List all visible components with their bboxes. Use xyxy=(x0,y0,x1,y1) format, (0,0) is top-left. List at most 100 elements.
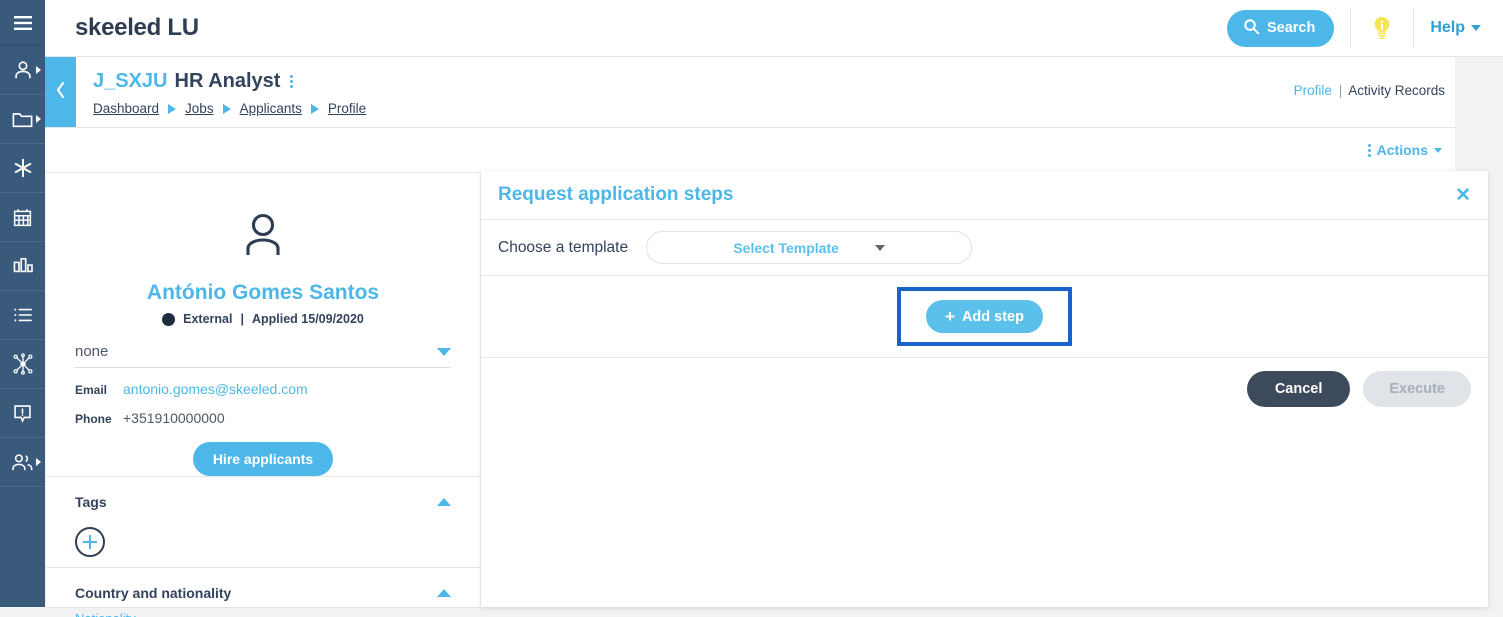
caret-up-icon[interactable] xyxy=(437,589,451,597)
email-value[interactable]: antonio.gomes@skeeled.com xyxy=(123,381,308,397)
top-bar: skeeled LU Search Help xyxy=(45,0,1503,57)
app-brand-title: skeeled LU xyxy=(75,14,199,41)
phone-value: +351910000000 xyxy=(123,410,225,426)
stage-select[interactable]: none xyxy=(75,343,451,368)
cancel-button[interactable]: Cancel xyxy=(1246,371,1351,407)
chevron-down-icon xyxy=(1471,25,1481,31)
hamburger-icon xyxy=(12,15,34,31)
email-label: Email xyxy=(75,383,108,397)
chevron-right-icon xyxy=(36,66,41,74)
sidebar-collapse-toggle[interactable] xyxy=(45,57,76,127)
list-icon xyxy=(12,306,34,324)
sidebar-item-alerts[interactable] xyxy=(0,389,45,438)
tags-panel-header[interactable]: Tags xyxy=(75,494,451,510)
lightbulb-info-icon[interactable] xyxy=(1367,13,1397,43)
breadcrumb-item-dashboard[interactable]: Dashboard xyxy=(93,101,159,116)
template-select[interactable]: Select Template xyxy=(646,231,973,264)
caret-up-icon[interactable] xyxy=(437,498,451,506)
link-profile[interactable]: Profile xyxy=(1294,83,1332,98)
chevron-right-icon xyxy=(36,458,41,466)
sidebar-item-jobs[interactable] xyxy=(0,95,45,144)
country-panel-header[interactable]: Country and nationality xyxy=(75,585,451,601)
person-icon xyxy=(12,59,34,81)
tags-panel-title: Tags xyxy=(75,494,107,510)
phone-row: Phone +351910000000 xyxy=(75,410,451,426)
sidebar-item-calendar[interactable] xyxy=(0,193,45,242)
actions-label: Actions xyxy=(1376,142,1428,158)
search-button-label: Search xyxy=(1266,20,1316,36)
top-bar-divider-2 xyxy=(1413,8,1415,48)
nationality-label: Nationality xyxy=(75,611,451,617)
breadcrumb-item-jobs[interactable]: Jobs xyxy=(185,101,214,116)
hire-button-row: Hire applicants xyxy=(75,442,451,476)
sidebar-item-reports[interactable] xyxy=(0,242,45,291)
page-title: HR Analyst xyxy=(174,70,281,92)
sidebar-item-lists[interactable] xyxy=(0,291,45,340)
stage-select-value: none xyxy=(75,343,109,360)
modal-body: + Add step xyxy=(481,276,1488,358)
add-step-label: Add step xyxy=(961,308,1024,325)
applicant-source: External xyxy=(183,312,233,326)
caret-down-icon xyxy=(874,244,885,251)
top-bar-right-group: Search Help xyxy=(1226,0,1481,56)
applicant-profile-card: António Gomes Santos External | Applied … xyxy=(46,173,480,477)
link-activity-records[interactable]: Activity Records xyxy=(1348,83,1445,98)
breadcrumb-item-profile[interactable]: Profile xyxy=(328,101,366,116)
header-links-separator: | xyxy=(1338,83,1343,98)
avatar xyxy=(75,173,451,261)
header-view-links: Profile | Activity Records xyxy=(1294,83,1445,98)
template-select-value: Select Template xyxy=(733,239,839,256)
sidebar-item-favorites[interactable] xyxy=(0,144,45,193)
plus-icon: + xyxy=(945,307,955,326)
folder-icon xyxy=(11,109,34,129)
caret-down-icon xyxy=(437,347,451,356)
left-icon-rail xyxy=(0,0,45,607)
applicant-name: António Gomes Santos xyxy=(146,281,380,304)
chevron-down-icon xyxy=(1434,147,1442,153)
close-x-icon[interactable]: ✕ xyxy=(1455,186,1471,205)
breadcrumb-item-applicants[interactable]: Applicants xyxy=(240,101,302,116)
modal-footer: Cancel Execute xyxy=(481,358,1488,420)
top-bar-divider-1 xyxy=(1350,8,1352,48)
vertical-dots-icon xyxy=(1367,143,1371,157)
search-button[interactable]: Search xyxy=(1226,9,1335,47)
choose-template-row: Choose a template Select Template xyxy=(481,220,1488,276)
actions-menu-button[interactable]: Actions xyxy=(1365,142,1442,158)
applicant-meta: External | Applied 15/09/2020 xyxy=(75,312,451,326)
phone-label: Phone xyxy=(75,412,112,426)
search-icon xyxy=(1243,18,1260,39)
help-label: Help xyxy=(1430,19,1465,36)
sidebar-item-teams[interactable] xyxy=(0,438,45,487)
job-title-line: J_SXJU HR Analyst xyxy=(93,70,294,93)
help-menu-button[interactable]: Help xyxy=(1430,19,1481,37)
add-step-button[interactable]: + Add step xyxy=(926,300,1043,333)
page-header: J_SXJU HR Analyst Dashboard Jobs Applica… xyxy=(45,57,1455,128)
country-nationality-panel: Country and nationality Nationality xyxy=(46,568,480,617)
chevron-left-icon xyxy=(55,81,66,104)
breadcrumb-separator-icon xyxy=(222,103,231,114)
modal-header: Request application steps ✕ xyxy=(481,171,1488,220)
execute-button[interactable]: Execute xyxy=(1363,371,1471,407)
add-step-highlight-box: + Add step xyxy=(897,287,1072,346)
calendar-icon xyxy=(12,207,33,228)
sidebar-item-workflow[interactable] xyxy=(0,340,45,389)
tags-panel: Tags xyxy=(46,477,480,568)
asterisk-icon xyxy=(12,157,34,179)
meta-separator: | xyxy=(240,312,244,326)
applicant-applied-date: Applied 15/09/2020 xyxy=(251,312,364,326)
plus-circle-icon[interactable] xyxy=(75,527,105,557)
page-background-strip xyxy=(1488,57,1503,607)
sidebar-item-hamburger-menu[interactable] xyxy=(0,0,45,46)
job-code: J_SXJU xyxy=(93,70,168,92)
choose-template-label: Choose a template xyxy=(498,238,629,256)
sidebar-item-candidates[interactable] xyxy=(0,46,45,95)
request-application-steps-modal: Request application steps ✕ Choose a tem… xyxy=(481,171,1488,607)
alert-box-icon xyxy=(12,403,33,424)
breadcrumb: Dashboard Jobs Applicants Profile xyxy=(93,101,366,116)
email-row: Email antonio.gomes@skeeled.com xyxy=(75,381,451,397)
hire-applicants-button[interactable]: Hire applicants xyxy=(192,442,334,476)
vertical-dots-icon[interactable] xyxy=(290,75,294,88)
breadcrumb-separator-icon xyxy=(168,103,177,114)
status-dot-icon xyxy=(162,312,176,326)
bar-chart-icon xyxy=(12,257,34,275)
